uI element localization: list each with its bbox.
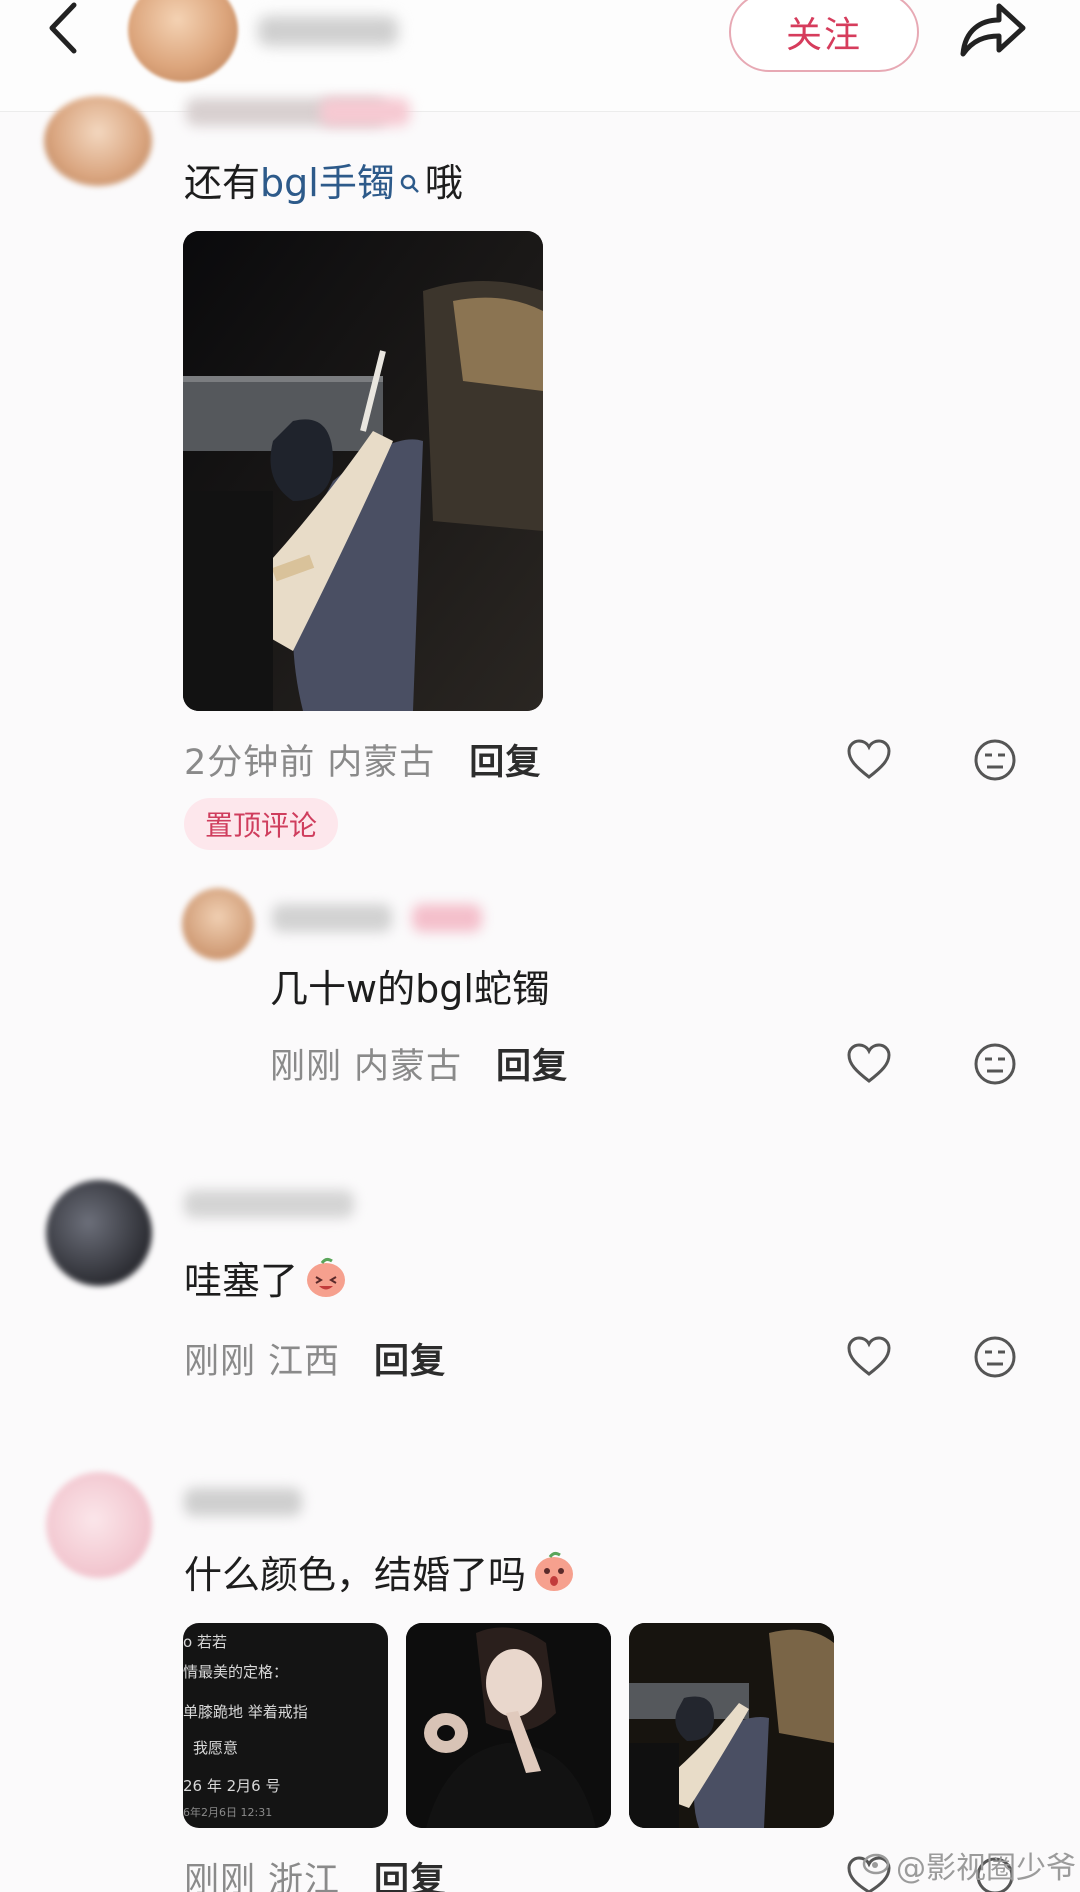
watermark-text: @影视圈少爷 <box>896 1851 1076 1886</box>
search-icon[interactable] <box>399 160 421 193</box>
comment-meta: 刚刚 江西 回复 <box>184 1333 458 1384</box>
reply-button[interactable]: 回复 <box>496 1047 568 1087</box>
comment-time: 刚刚 <box>184 1861 257 1892</box>
comment-text: 还有 bgl手镯 哦 <box>184 152 463 206</box>
author-name-blurred[interactable] <box>258 16 398 46</box>
share-icon[interactable] <box>955 0 1029 60</box>
reply-text: 几十w的bgl蛇镯 <box>270 966 550 1011</box>
laughing-peach-sticker-icon <box>304 1255 348 1299</box>
top-bar: 关注 <box>0 0 1080 112</box>
comment-photo-car-interior[interactable] <box>183 231 543 711</box>
back-arrow-icon[interactable] <box>36 0 96 60</box>
comment-location: 江西 <box>268 1342 341 1382</box>
screenshot-line: o 若若 <box>183 1633 227 1651</box>
reply-time: 刚刚 <box>270 1047 343 1087</box>
pinned-comment-badge: 置顶评论 <box>184 798 338 850</box>
follow-button[interactable]: 关注 <box>729 0 919 72</box>
reply-name-blurred[interactable] <box>272 904 392 932</box>
dislike-face-icon[interactable] <box>972 1334 1018 1380</box>
comment-time: 刚刚 <box>184 1342 257 1382</box>
comment-location: 浙江 <box>268 1861 341 1892</box>
screenshot-line: 我愿意 <box>193 1739 239 1757</box>
comment-photo-car-interior[interactable] <box>629 1623 834 1828</box>
commenter-avatar[interactable] <box>46 1472 152 1578</box>
comment-text: 哇塞了 <box>184 1250 348 1304</box>
comment-meta: 刚刚 浙江 回复 <box>184 1852 458 1892</box>
screenshot-line: 26 年 2月6 号 <box>183 1777 281 1795</box>
like-heart-icon[interactable] <box>846 1041 892 1087</box>
comment-text: 什么颜色，结婚了吗 <box>184 1544 576 1598</box>
reply-button[interactable]: 回复 <box>469 743 541 783</box>
dislike-face-icon[interactable] <box>972 737 1018 783</box>
weibo-logo-icon <box>862 1846 892 1876</box>
reply-button[interactable]: 回复 <box>374 1342 446 1382</box>
comment-photo-chat-screenshot[interactable]: o 若若 情最美的定格： 单膝跪地 举着戒指 我愿意 26 年 2月6 号 6年… <box>183 1623 388 1828</box>
commenter-name-blurred[interactable] <box>184 1190 354 1218</box>
comment-meta: 2分钟前 内蒙古 回复 <box>184 734 553 785</box>
commenter-name-blurred[interactable] <box>184 1488 302 1516</box>
reply-badge-blurred <box>412 904 482 932</box>
dislike-face-icon[interactable] <box>972 1041 1018 1087</box>
like-heart-icon[interactable] <box>846 1334 892 1380</box>
reply-avatar[interactable] <box>182 888 254 960</box>
comment-location: 内蒙古 <box>327 743 436 783</box>
like-heart-icon[interactable] <box>846 737 892 783</box>
screenshot-line: 情最美的定格： <box>183 1663 289 1681</box>
screenshot-line: 单膝跪地 举着戒指 <box>183 1703 308 1721</box>
comment-time: 2分钟前 <box>184 743 316 783</box>
product-link[interactable]: bgl手镯 <box>260 152 395 207</box>
commenter-avatar[interactable] <box>46 1180 152 1286</box>
reply-location: 内蒙古 <box>354 1047 463 1087</box>
reply-meta: 刚刚 内蒙古 回复 <box>270 1038 580 1089</box>
commenter-badge-blurred <box>320 98 410 126</box>
comment-photo-selfie[interactable] <box>406 1623 611 1828</box>
author-avatar[interactable] <box>128 0 238 82</box>
surprised-peach-sticker-icon <box>532 1549 576 1593</box>
screenshot-line: 6年2月6日 12:31 <box>183 1806 273 1819</box>
reply-button[interactable]: 回复 <box>374 1861 446 1892</box>
commenter-avatar[interactable] <box>44 96 152 186</box>
